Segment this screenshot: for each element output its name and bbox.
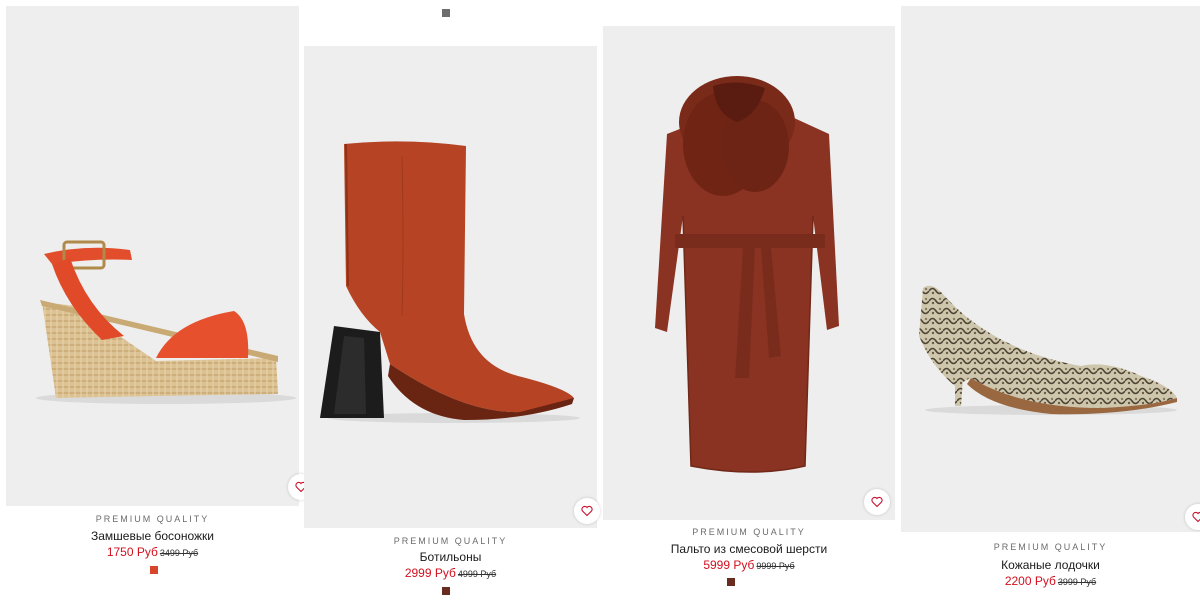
- product-card-ankle-boots[interactable]: PREMIUM QUALITY Ботильоны 2999 Руб 4999 Р…: [304, 0, 600, 600]
- sale-price: 5999 Руб: [703, 558, 755, 572]
- product-image[interactable]: [304, 46, 597, 528]
- color-swatch-top[interactable]: [442, 9, 450, 17]
- coat-illustration: [655, 76, 839, 473]
- product-image[interactable]: [901, 6, 1200, 532]
- color-swatch[interactable]: [150, 566, 158, 574]
- pump-illustration: [919, 285, 1177, 415]
- product-image[interactable]: [6, 6, 299, 506]
- sale-price: 2200 Руб: [1004, 574, 1056, 588]
- quality-label: PREMIUM QUALITY: [993, 542, 1108, 552]
- product-name[interactable]: Ботильоны: [304, 550, 597, 564]
- product-name[interactable]: Кожаные лодочки: [901, 558, 1200, 572]
- heart-icon: [1192, 511, 1200, 523]
- old-price: 3499 Руб: [159, 548, 199, 558]
- product-image[interactable]: [603, 26, 895, 520]
- old-price: 3999 Руб: [1057, 577, 1097, 587]
- sale-price: 2999 Руб: [404, 566, 456, 580]
- heart-icon: [581, 505, 593, 517]
- price-row: 2999 Руб 4999 Руб: [304, 564, 597, 582]
- product-card-sandals[interactable]: PREMIUM QUALITY Замшевые босоножки 1750 …: [6, 0, 314, 600]
- sale-price: 1750 Руб: [106, 545, 158, 559]
- product-name[interactable]: Замшевые босоножки: [6, 529, 299, 543]
- product-card-coat[interactable]: PREMIUM QUALITY Пальто из смесовой шерст…: [603, 0, 895, 600]
- color-swatch[interactable]: [442, 587, 450, 595]
- boot-illustration: [320, 141, 580, 423]
- favorite-button[interactable]: [864, 489, 890, 515]
- favorite-button[interactable]: [574, 498, 600, 524]
- price-row: 5999 Руб 9999 Руб: [603, 556, 895, 574]
- heart-icon: [871, 496, 883, 508]
- sandal-illustration: [36, 240, 296, 404]
- old-price: 4999 Руб: [457, 569, 497, 579]
- color-swatch[interactable]: [727, 578, 735, 586]
- old-price: 9999 Руб: [756, 561, 795, 571]
- product-name[interactable]: Пальто из смесовой шерсти: [603, 542, 895, 556]
- price-row: 2200 Руб 3999 Руб: [901, 572, 1200, 590]
- price-row: 1750 Руб 3499 Руб: [6, 543, 299, 561]
- product-card-pumps[interactable]: PREMIUM QUALITY Кожаные лодочки 2200 Руб…: [901, 0, 1200, 600]
- quality-label: PREMIUM QUALITY: [393, 536, 508, 546]
- quality-label: PREMIUM QUALITY: [692, 527, 806, 537]
- quality-label: PREMIUM QUALITY: [95, 514, 210, 524]
